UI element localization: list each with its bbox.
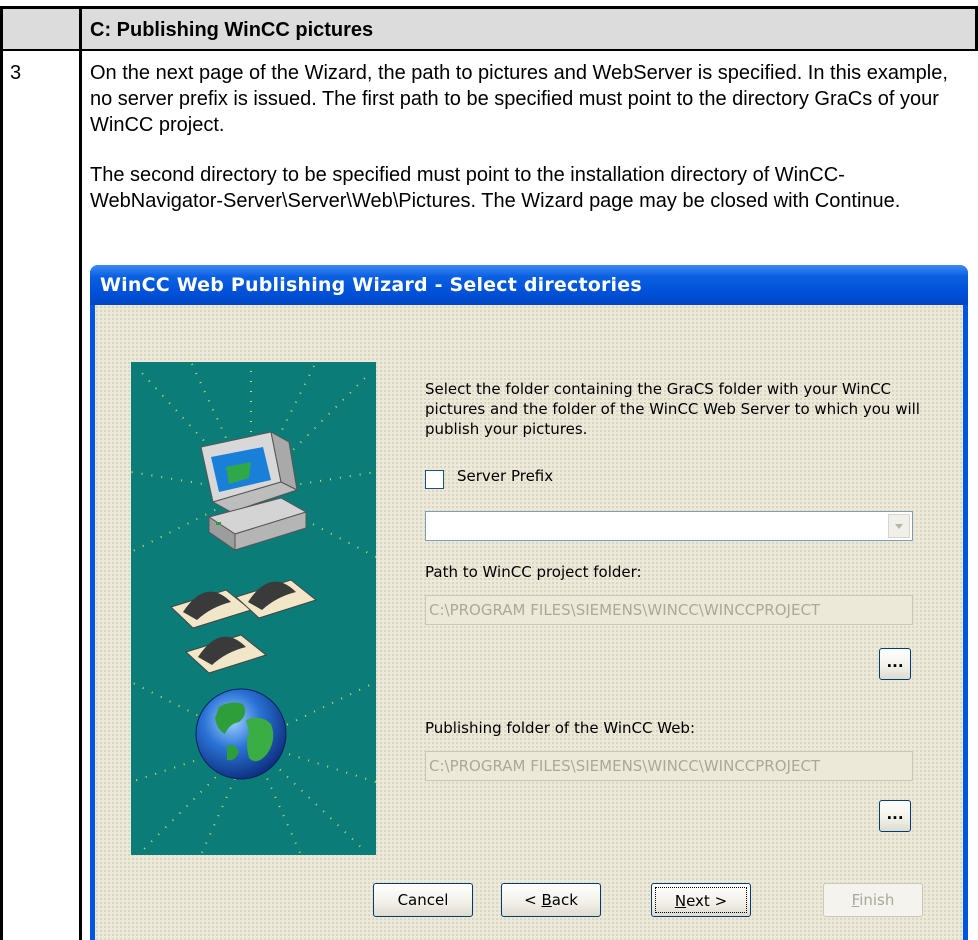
table-left-border: [0, 6, 3, 940]
finish-button[interactable]: Finish: [823, 883, 923, 917]
dialog-title: WinCC Web Publishing Wizard - Select dir…: [100, 274, 642, 296]
next-label-rest: ext >: [686, 892, 728, 910]
project-folder-label: Path to WinCC project folder:: [425, 563, 642, 581]
back-mnemonic: B: [541, 891, 552, 909]
dialog-title-bar[interactable]: WinCC Web Publishing Wizard - Select dir…: [90, 265, 968, 305]
server-prefix-label: Server Prefix: [457, 467, 554, 485]
next-mnemonic: N: [674, 892, 687, 910]
computer-icon: [200, 431, 308, 551]
publishing-folder-label: Publishing folder of the WinCC Web:: [425, 719, 695, 737]
publishing-folder-field[interactable]: C:\PROGRAM FILES\SIEMENS\WINCC\WINCCPROJ…: [425, 751, 913, 781]
table-column-divider: [79, 6, 82, 940]
browse-project-folder-button[interactable]: ...: [879, 648, 911, 680]
table-header-title: C: Publishing WinCC pictures: [90, 19, 374, 41]
back-label-prefix: <: [524, 891, 542, 909]
cancel-button[interactable]: Cancel: [373, 883, 473, 917]
next-focus-ring: Next >: [655, 887, 747, 913]
finish-label-rest: inish: [859, 891, 895, 909]
project-folder-field[interactable]: C:\PROGRAM FILES\SIEMENS\WINCC\WINCCPROJ…: [425, 595, 913, 625]
dialog-client-area: Select the folder containing the GraCS f…: [95, 305, 963, 940]
dialog-instructions: Select the folder containing the GraCS f…: [425, 380, 920, 438]
next-button[interactable]: Next >: [651, 883, 751, 917]
step-paragraph-1: On the next page of the Wizard, the path…: [90, 62, 948, 136]
back-label-rest: ack: [551, 891, 578, 909]
wizard-dialog: WinCC Web Publishing Wizard - Select dir…: [90, 265, 968, 940]
dropdown-arrow-button[interactable]: [888, 514, 910, 538]
dropdown-arrow-icon: [895, 524, 903, 529]
wizard-illustration: [131, 362, 376, 855]
documents-icon: [170, 579, 318, 674]
server-prefix-checkbox[interactable]: [425, 470, 444, 489]
globe-icon: [195, 688, 287, 780]
table-header-divider: [0, 49, 978, 51]
step-number: 3: [10, 62, 22, 84]
server-prefix-combo[interactable]: [425, 511, 913, 541]
step-paragraph-2: The second directory to be specified mus…: [90, 164, 901, 212]
illustration-graphic: [131, 362, 376, 855]
browse-publishing-folder-button[interactable]: ...: [879, 800, 911, 832]
back-button[interactable]: < Back: [501, 883, 601, 917]
